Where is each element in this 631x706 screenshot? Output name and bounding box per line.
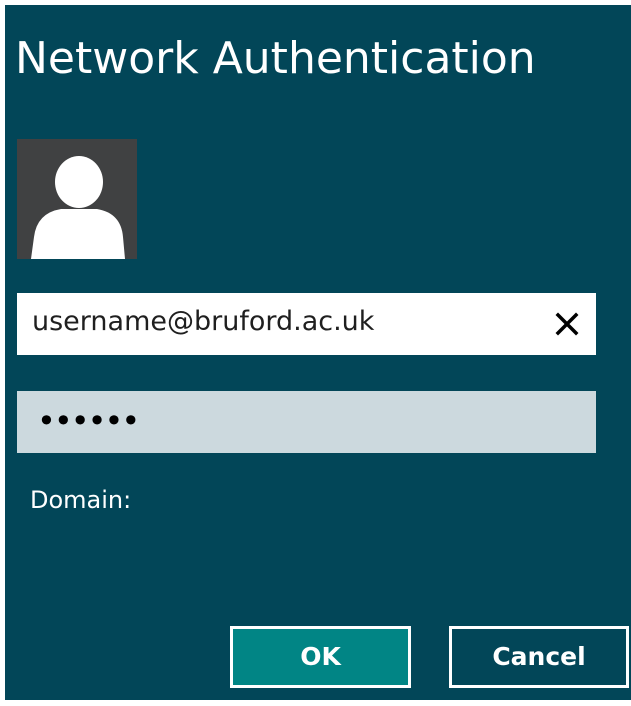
username-field[interactable]: username@bruford.ac.uk <box>17 293 596 355</box>
dialog-title: Network Authentication <box>15 33 536 84</box>
user-avatar-icon <box>17 139 137 259</box>
password-mask: •••••• <box>37 402 140 440</box>
username-value: username@bruford.ac.uk <box>32 306 375 337</box>
domain-label: Domain: <box>30 486 132 514</box>
ok-button[interactable]: OK <box>230 626 411 688</box>
network-auth-dialog: Network Authentication username@bruford.… <box>5 5 631 700</box>
cancel-button[interactable]: Cancel <box>449 626 629 688</box>
close-icon[interactable] <box>552 309 582 339</box>
password-field[interactable]: •••••• <box>17 391 596 453</box>
